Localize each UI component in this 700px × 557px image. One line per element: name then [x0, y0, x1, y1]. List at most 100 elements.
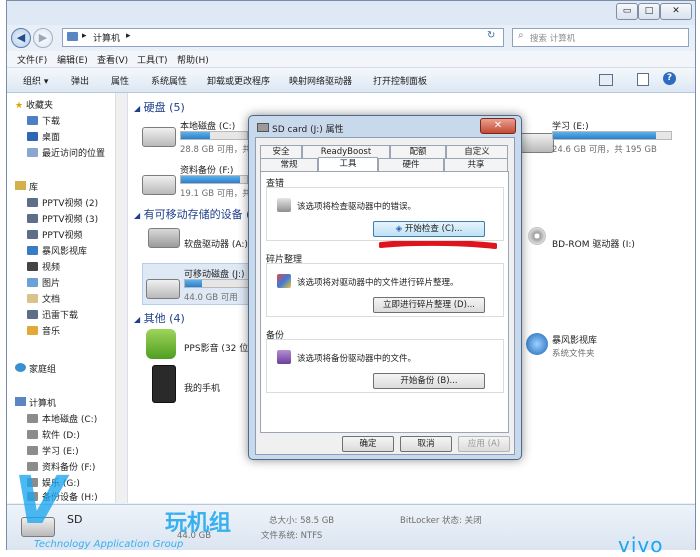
- drive-usage-fill: [185, 280, 202, 287]
- back-button[interactable]: ◀: [11, 28, 31, 48]
- windows-drive-icon: [142, 127, 176, 147]
- details-total-size: 总大小: 58.5 GB: [269, 516, 335, 526]
- tab-general[interactable]: 常规: [260, 158, 318, 171]
- nav-item-label: 文档: [42, 295, 61, 305]
- group-label: 其他 (4): [143, 312, 185, 325]
- nav-item-library[interactable]: 迅雷下载: [27, 309, 78, 323]
- nav-item-library[interactable]: 音乐: [27, 325, 60, 339]
- group-label: 有可移动存储的设备 (2): [143, 208, 262, 221]
- nav-computer-label: 计算机: [29, 399, 57, 409]
- navigation-pane: ★ 收藏夹 下载 桌面 最近访问的位置 库 PPTV视频 (2) PPTV视频 …: [7, 93, 128, 503]
- path-separator: ▸: [82, 31, 87, 41]
- drive-space: 24.6 GB 可用，共 195 GB: [552, 145, 657, 155]
- search-box[interactable]: ⌕ 搜索 计算机: [512, 28, 689, 47]
- uninstall-button[interactable]: 卸载或更改程序: [207, 74, 270, 87]
- ok-button[interactable]: 确定: [342, 436, 394, 452]
- check-now-button[interactable]: ◈ 开始检查 (C)...: [373, 221, 485, 237]
- path-arrow[interactable]: ▸: [126, 31, 131, 41]
- group-removable[interactable]: ◢ 有可移动存储的设备 (2): [134, 206, 262, 222]
- view-options-icon[interactable]: [599, 74, 613, 86]
- nav-item-drive[interactable]: 本地磁盘 (C:): [27, 413, 97, 427]
- properties-button[interactable]: 属性: [111, 74, 129, 87]
- nav-homegroup-label: 家庭组: [29, 365, 57, 375]
- apply-button[interactable]: 应用 (A): [458, 436, 510, 452]
- map-network-drive-button[interactable]: 映射网络驱动器: [289, 74, 352, 87]
- menu-tools[interactable]: 工具(T): [137, 53, 168, 66]
- forward-button[interactable]: ▶: [33, 28, 53, 48]
- system-properties-button[interactable]: 系统属性: [151, 74, 187, 87]
- backup-now-button[interactable]: 开始备份 (B)...: [373, 373, 485, 389]
- app-name[interactable]: PPS影音 (32 位): [184, 341, 252, 354]
- drive-name[interactable]: 软盘驱动器 (A:): [184, 237, 248, 250]
- backup-icon: [277, 350, 291, 364]
- nav-item-library[interactable]: 图片: [27, 277, 60, 291]
- dialog-title: SD card (J:) 属性: [257, 122, 344, 135]
- menu-help[interactable]: 帮助(H): [177, 53, 209, 66]
- nav-libraries[interactable]: 库: [15, 181, 38, 195]
- nav-homegroup[interactable]: 家庭组: [15, 363, 56, 377]
- close-button[interactable]: ✕: [660, 3, 692, 20]
- nav-favorites[interactable]: ★ 收藏夹: [15, 99, 53, 113]
- nav-item-drive[interactable]: 学习 (E:): [27, 445, 79, 459]
- preview-pane-icon[interactable]: [637, 73, 649, 86]
- group-hard-disks[interactable]: ◢ 硬盘 (5): [134, 99, 185, 115]
- nav-computer[interactable]: 计算机: [15, 397, 56, 411]
- nav-item-library[interactable]: 文档: [27, 293, 60, 307]
- search-icon: ⌕: [518, 30, 524, 41]
- hard-drive-icon: [520, 133, 554, 153]
- drive-icon: [27, 430, 38, 439]
- drive-space: 44.0 GB 可用: [184, 293, 238, 303]
- nav-item-library[interactable]: 暴风影视库: [27, 245, 87, 259]
- dialog-close-button[interactable]: ✕: [480, 118, 516, 134]
- device-name[interactable]: 我的手机: [184, 381, 220, 394]
- path-computer[interactable]: 计算机: [93, 31, 120, 44]
- nav-item-label: 暴风影视库: [42, 247, 88, 257]
- error-checking-group: 该选项将检查驱动器中的错误。 ◈ 开始检查 (C)...: [266, 187, 504, 241]
- tab-quota[interactable]: 配额: [390, 145, 446, 158]
- nav-item-desktop[interactable]: 桌面: [27, 131, 60, 145]
- organize-button[interactable]: 组织 ▾: [23, 74, 48, 87]
- backup-group: 该选项将备份驱动器中的文件。 开始备份 (B)...: [266, 339, 504, 393]
- properties-dialog: SD card (J:) 属性 ✕ 安全 ReadyBoost 配额 自定义 常…: [248, 115, 522, 460]
- group-other[interactable]: ◢ 其他 (4): [134, 310, 185, 326]
- defrag-now-button[interactable]: 立即进行碎片整理 (D)...: [373, 297, 485, 313]
- maximize-button[interactable]: □: [638, 3, 660, 20]
- drive-usage-bar: [180, 175, 248, 184]
- folder-name[interactable]: 暴风影视库: [552, 333, 597, 346]
- drive-usage-fill: [553, 132, 656, 139]
- tab-tools[interactable]: 工具: [318, 157, 378, 172]
- collapse-icon: ◢: [134, 211, 141, 220]
- nav-item-downloads[interactable]: 下载: [27, 115, 60, 129]
- drive-check-icon: [277, 198, 291, 212]
- nav-item-library[interactable]: PPTV视频 (2): [27, 197, 98, 211]
- nav-item-library[interactable]: 视频: [27, 261, 60, 275]
- tab-sharing[interactable]: 共享: [444, 158, 508, 171]
- tab-hardware[interactable]: 硬件: [378, 158, 444, 171]
- tab-customize[interactable]: 自定义: [446, 145, 508, 158]
- nav-item-library[interactable]: PPTV视频: [27, 229, 83, 243]
- tab-security[interactable]: 安全: [260, 145, 302, 158]
- nav-scrollbar[interactable]: [115, 93, 127, 503]
- cancel-button[interactable]: 取消: [400, 436, 452, 452]
- drive-usage-fill: [181, 176, 241, 183]
- help-icon[interactable]: ?: [663, 72, 676, 85]
- eject-button[interactable]: 弹出: [71, 74, 89, 87]
- media-library-icon: [27, 246, 38, 255]
- nav-item-label: 下载: [42, 117, 61, 127]
- open-control-panel-button[interactable]: 打开控制面板: [373, 74, 427, 87]
- nav-item-recent[interactable]: 最近访问的位置: [27, 147, 105, 161]
- address-path[interactable]: ▸ 计算机 ▸ ↻: [62, 28, 504, 47]
- nav-item-label: 图片: [42, 279, 61, 289]
- nav-item-library[interactable]: PPTV视频 (3): [27, 213, 98, 227]
- error-checking-text: 该选项将检查驱动器中的错误。: [297, 202, 417, 212]
- drive-name[interactable]: BD-ROM 驱动器 (I:): [552, 237, 635, 250]
- minimize-button[interactable]: ▭: [616, 3, 638, 20]
- menu-file[interactable]: 文件(F): [17, 53, 47, 66]
- video-library-icon: [27, 230, 38, 239]
- nav-item-drive[interactable]: 软件 (D:): [27, 429, 80, 443]
- menu-view[interactable]: 查看(V): [97, 53, 128, 66]
- menu-edit[interactable]: 编辑(E): [57, 53, 88, 66]
- refresh-icon[interactable]: ↻: [487, 30, 495, 41]
- recent-places-icon: [27, 148, 38, 157]
- collapse-icon: ◢: [134, 315, 141, 324]
